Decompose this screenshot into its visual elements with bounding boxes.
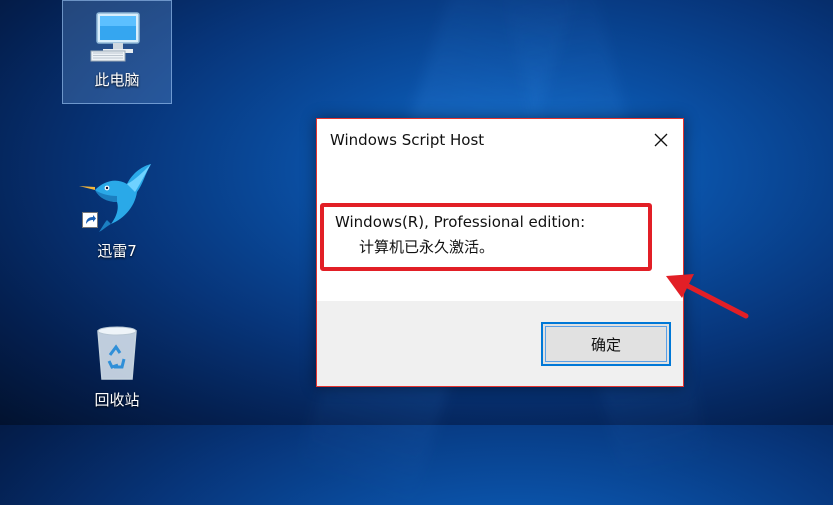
ok-button-label: 确定 [590,335,621,354]
close-icon [654,133,668,147]
desktop-icon-xunlei[interactable]: 迅雷7 [62,162,172,261]
desktop-icon-label: 回收站 [94,391,140,409]
desktop-icon-this-pc[interactable]: 此电脑 [62,0,172,104]
computer-icon [90,12,140,62]
desktop-icon-label: 此电脑 [94,71,140,89]
recycle-bin-icon [97,326,137,380]
ok-button[interactable]: 确定 [541,322,671,366]
desktop-icon-label: 迅雷7 [97,242,137,260]
message-line2: 计算机已永久激活。 [359,238,495,256]
desktop-icon-recycle-bin[interactable]: 回收站 [62,325,172,410]
close-button[interactable] [639,119,683,161]
message-line1: Windows(R), Professional edition: [335,213,586,231]
windows-script-host-dialog: Windows Script Host Windows(R), Professi… [316,118,684,387]
shortcut-arrow-icon [82,212,98,228]
red-arrow-icon [666,274,749,319]
dialog-title: Windows Script Host [330,131,485,149]
